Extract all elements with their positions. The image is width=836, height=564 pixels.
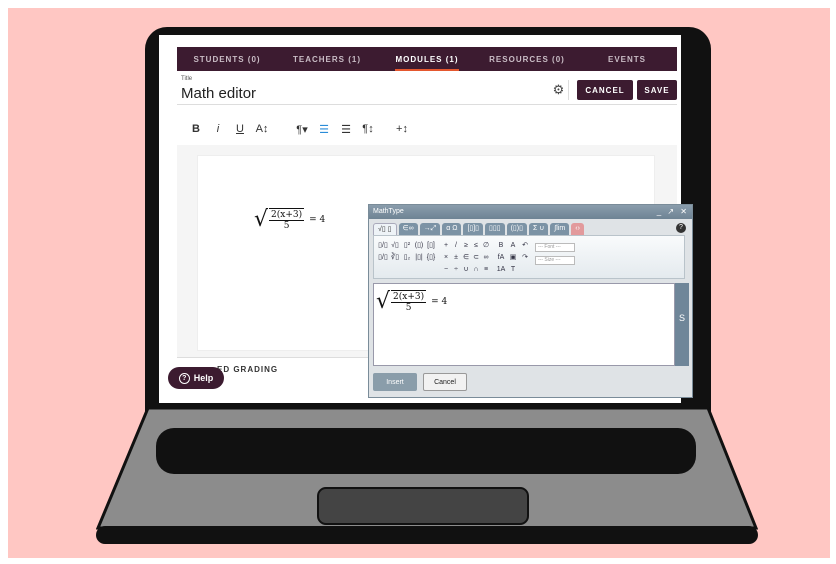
- title-field-label: Title: [181, 76, 193, 82]
- font-select[interactable]: --- Font ---: [535, 243, 575, 252]
- mathtype-tab[interactable]: √▯ ▯: [373, 223, 397, 235]
- radical-sign: √: [376, 288, 391, 314]
- palette-symbol[interactable]: |▯|: [415, 253, 423, 261]
- mathtype-dialog: MathType _ ↗ ✕ √▯ ▯ ∈∞ →⤢ α Ω [▯]▯ ▯▯▯ (…: [368, 204, 693, 398]
- help-icon[interactable]: ?: [676, 223, 686, 233]
- denominator: 5: [405, 303, 412, 313]
- palette-symbol[interactable]: [▯]: [427, 241, 435, 249]
- palette-symbol[interactable]: ∞: [484, 254, 489, 261]
- mathtype-input[interactable]: √ 2(x+3) 5 = 4: [373, 283, 675, 366]
- underline-button[interactable]: U: [229, 123, 251, 135]
- mathtype-tab[interactable]: ∈∞: [398, 223, 418, 235]
- gear-icon[interactable]: ⚙: [549, 80, 569, 100]
- font-size-button[interactable]: A↕: [251, 123, 273, 135]
- palette-symbol[interactable]: fA: [498, 254, 505, 261]
- palette-symbol[interactable]: ∩: [473, 266, 478, 273]
- palette-symbol[interactable]: 1A: [497, 266, 506, 273]
- italic-button[interactable]: i: [207, 123, 229, 135]
- palette-group-operators: + / ≥ ≤ ∅ × ± ∈ ⊂ ∞ − ÷ ∪ ∩ ≡: [441, 239, 491, 275]
- palette-symbol[interactable]: ≡: [484, 266, 488, 273]
- handwriting-toggle[interactable]: S: [675, 283, 689, 366]
- align-center-icon[interactable]: ☰: [335, 123, 357, 136]
- numerator: 2(x+3): [269, 210, 305, 221]
- palette-symbol[interactable]: −: [444, 266, 448, 273]
- palette-symbol[interactable]: ∅: [483, 241, 489, 249]
- palette-symbol[interactable]: ↷: [522, 253, 528, 261]
- mathtype-titlebar[interactable]: MathType _ ↗ ✕: [369, 205, 692, 219]
- palette-symbol[interactable]: +: [444, 242, 448, 249]
- paragraph-button[interactable]: ¶▾: [291, 123, 313, 136]
- section-label: ED GRADING: [217, 365, 279, 374]
- equals-value: = 4: [309, 214, 326, 225]
- mathtype-tab[interactable]: ∫lim: [550, 223, 570, 235]
- palette-symbol[interactable]: ∛▯: [391, 253, 399, 261]
- bold-button[interactable]: B: [185, 123, 207, 135]
- palette-symbol[interactable]: ≥: [464, 242, 468, 249]
- save-button[interactable]: SAVE: [637, 80, 677, 100]
- palette-symbol[interactable]: {▯}: [427, 253, 436, 261]
- insert-button[interactable]: Insert: [373, 373, 417, 391]
- palette-symbol[interactable]: B: [499, 242, 504, 249]
- window-controls[interactable]: _ ↗ ✕: [657, 205, 689, 219]
- numerator: 2(x+3): [391, 292, 427, 303]
- insert-button[interactable]: +↕: [391, 123, 413, 135]
- fraction: 2(x+3) 5: [269, 208, 305, 231]
- tab-teachers[interactable]: TEACHERS (1): [277, 47, 377, 71]
- format-button[interactable]: ¶↕: [357, 123, 379, 135]
- tab-students[interactable]: STUDENTS (0): [177, 47, 277, 71]
- palette-symbol[interactable]: ×: [444, 254, 448, 261]
- radical-sign: √: [254, 206, 269, 232]
- palette-symbol[interactable]: ∈: [463, 253, 469, 261]
- palette-group-templates: ▯/▯ √▯ ▯² (▯) [▯] ▯/▯ ∛▯ ▯₂ |▯| {▯}: [377, 239, 437, 275]
- laptop-base: [96, 406, 758, 546]
- mathtype-tab[interactable]: ▯▯▯: [485, 223, 505, 235]
- palette-symbol[interactable]: T: [511, 266, 515, 273]
- symbol-palette: ▯/▯ √▯ ▯² (▯) [▯] ▯/▯ ∛▯ ▯₂ |▯| {▯} + / …: [373, 235, 685, 279]
- palette-symbol[interactable]: ↶: [522, 241, 528, 249]
- mathtype-title: MathType: [373, 208, 404, 215]
- palette-symbol[interactable]: ▣: [510, 253, 517, 261]
- palette-symbol[interactable]: (▯): [415, 241, 424, 249]
- mathtype-tab[interactable]: ‹›: [571, 223, 584, 235]
- palette-group-format: B A ↶ fA ▣ ↷ 1A T: [495, 239, 531, 275]
- help-label: Help: [193, 373, 214, 383]
- palette-symbol[interactable]: √▯: [391, 241, 399, 249]
- mathtype-tab[interactable]: Σ ∪: [528, 223, 549, 235]
- tab-bar: STUDENTS (0) TEACHERS (1) MODULES (1) RE…: [177, 47, 677, 71]
- equals-value: = 4: [431, 296, 448, 307]
- fraction: 2(x+3) 5: [391, 290, 427, 313]
- mathtype-cancel-button[interactable]: Cancel: [423, 373, 467, 391]
- math-formula[interactable]: √ 2(x+3) 5 = 4: [254, 208, 325, 231]
- question-icon: ?: [178, 372, 190, 384]
- title-bar: Title Math editor ⚙ CANCEL SAVE: [177, 75, 677, 105]
- cancel-button[interactable]: CANCEL: [577, 80, 633, 100]
- denominator: 5: [283, 221, 290, 231]
- mathtype-formula: √ 2(x+3) 5 = 4: [376, 290, 447, 313]
- size-select[interactable]: --- Size ---: [535, 256, 575, 265]
- palette-symbol[interactable]: ▯²: [404, 241, 410, 249]
- mathtype-tab[interactable]: (▯)▯: [506, 223, 527, 235]
- tab-modules[interactable]: MODULES (1): [377, 47, 477, 71]
- palette-symbol[interactable]: ±: [454, 254, 458, 261]
- mathtype-tabs: √▯ ▯ ∈∞ →⤢ α Ω [▯]▯ ▯▯▯ (▯)▯ Σ ∪ ∫lim ‹›: [373, 223, 584, 235]
- palette-symbol[interactable]: ▯/▯: [378, 241, 388, 249]
- palette-symbol[interactable]: ▯/▯: [378, 253, 388, 261]
- palette-symbol[interactable]: A: [511, 242, 516, 249]
- palette-symbol[interactable]: ▯₂: [404, 253, 411, 261]
- palette-symbol[interactable]: ≤: [474, 242, 478, 249]
- help-button[interactable]: ? Help: [168, 367, 224, 389]
- palette-symbol[interactable]: ⊂: [473, 253, 479, 261]
- palette-symbol[interactable]: /: [455, 242, 457, 249]
- align-icon[interactable]: ☰: [313, 123, 335, 136]
- mathtype-tab[interactable]: →⤢: [419, 223, 441, 235]
- mathtype-tab[interactable]: α Ω: [442, 223, 462, 235]
- editor-toolbar: B i U A↕ ¶▾ ☰ ☰ ¶↕ +↕: [177, 115, 677, 143]
- tab-events[interactable]: EVENTS: [577, 47, 677, 71]
- tab-resources[interactable]: RESOURCES (0): [477, 47, 577, 71]
- mathtype-tab[interactable]: [▯]▯: [463, 223, 484, 235]
- palette-symbol[interactable]: ÷: [454, 266, 458, 273]
- font-controls: --- Font --- --- Size ---: [535, 239, 575, 275]
- palette-symbol[interactable]: ∪: [463, 265, 468, 273]
- title-field[interactable]: Math editor: [181, 85, 256, 102]
